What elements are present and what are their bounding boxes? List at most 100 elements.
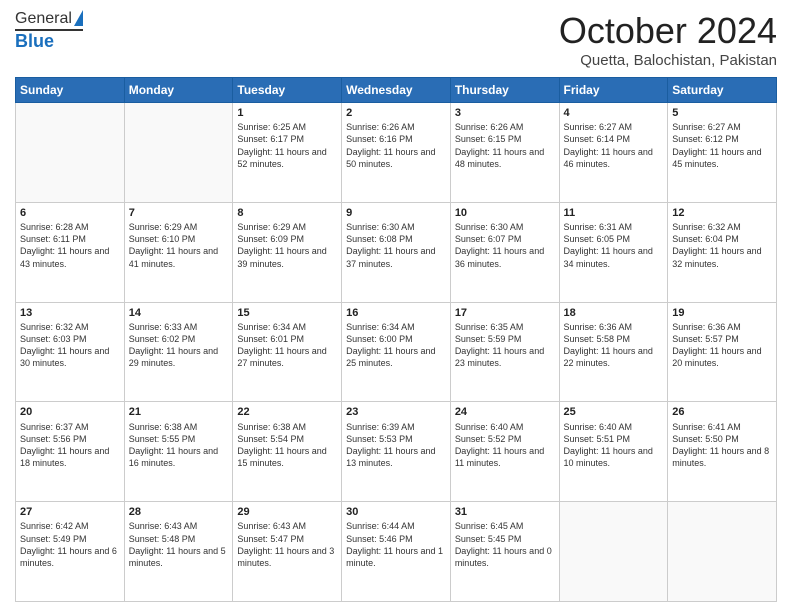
- daylight-text: Daylight: 11 hours and 45 minutes.: [672, 146, 772, 170]
- sunrise-text: Sunrise: 6:29 AM: [129, 221, 229, 233]
- sunset-text: Sunset: 6:04 PM: [672, 233, 772, 245]
- sunrise-text: Sunrise: 6:38 AM: [129, 421, 229, 433]
- cell-info: Sunrise: 6:26 AM Sunset: 6:15 PM Dayligh…: [455, 121, 555, 170]
- cell-info: Sunrise: 6:30 AM Sunset: 6:07 PM Dayligh…: [455, 221, 555, 270]
- daylight-text: Daylight: 11 hours and 15 minutes.: [237, 445, 337, 469]
- sunrise-text: Sunrise: 6:40 AM: [564, 421, 664, 433]
- sunset-text: Sunset: 6:07 PM: [455, 233, 555, 245]
- sunset-text: Sunset: 5:46 PM: [346, 533, 446, 545]
- col-tuesday: Tuesday: [233, 78, 342, 103]
- table-row: 21 Sunrise: 6:38 AM Sunset: 5:55 PM Dayl…: [124, 402, 233, 502]
- cell-info: Sunrise: 6:37 AM Sunset: 5:56 PM Dayligh…: [20, 421, 120, 470]
- table-row: 19 Sunrise: 6:36 AM Sunset: 5:57 PM Dayl…: [668, 302, 777, 402]
- page: General Blue October 2024 Quetta, Baloch…: [0, 0, 792, 612]
- sunset-text: Sunset: 6:11 PM: [20, 233, 120, 245]
- sunset-text: Sunset: 6:03 PM: [20, 333, 120, 345]
- daylight-text: Daylight: 11 hours and 23 minutes.: [455, 345, 555, 369]
- daylight-text: Daylight: 11 hours and 8 minutes.: [672, 445, 772, 469]
- cell-info: Sunrise: 6:28 AM Sunset: 6:11 PM Dayligh…: [20, 221, 120, 270]
- daylight-text: Daylight: 11 hours and 1 minute.: [346, 545, 446, 569]
- table-row: [124, 103, 233, 203]
- table-row: 17 Sunrise: 6:35 AM Sunset: 5:59 PM Dayl…: [450, 302, 559, 402]
- table-row: 27 Sunrise: 6:42 AM Sunset: 5:49 PM Dayl…: [16, 502, 125, 602]
- table-row: 18 Sunrise: 6:36 AM Sunset: 5:58 PM Dayl…: [559, 302, 668, 402]
- cell-info: Sunrise: 6:27 AM Sunset: 6:14 PM Dayligh…: [564, 121, 664, 170]
- daylight-text: Daylight: 11 hours and 48 minutes.: [455, 146, 555, 170]
- day-number: 10: [455, 206, 555, 220]
- daylight-text: Daylight: 11 hours and 6 minutes.: [20, 545, 120, 569]
- sunset-text: Sunset: 5:59 PM: [455, 333, 555, 345]
- table-row: 16 Sunrise: 6:34 AM Sunset: 6:00 PM Dayl…: [342, 302, 451, 402]
- sunrise-text: Sunrise: 6:44 AM: [346, 520, 446, 532]
- day-number: 19: [672, 306, 772, 320]
- day-number: 20: [20, 405, 120, 419]
- sunset-text: Sunset: 6:02 PM: [129, 333, 229, 345]
- table-row: 15 Sunrise: 6:34 AM Sunset: 6:01 PM Dayl…: [233, 302, 342, 402]
- sunrise-text: Sunrise: 6:32 AM: [20, 321, 120, 333]
- cell-info: Sunrise: 6:27 AM Sunset: 6:12 PM Dayligh…: [672, 121, 772, 170]
- day-number: 15: [237, 306, 337, 320]
- daylight-text: Daylight: 11 hours and 22 minutes.: [564, 345, 664, 369]
- sunset-text: Sunset: 5:55 PM: [129, 433, 229, 445]
- cell-info: Sunrise: 6:41 AM Sunset: 5:50 PM Dayligh…: [672, 421, 772, 470]
- day-number: 3: [455, 106, 555, 120]
- sunrise-text: Sunrise: 6:38 AM: [237, 421, 337, 433]
- table-row: 9 Sunrise: 6:30 AM Sunset: 6:08 PM Dayli…: [342, 202, 451, 302]
- sunset-text: Sunset: 5:58 PM: [564, 333, 664, 345]
- sunrise-text: Sunrise: 6:26 AM: [346, 121, 446, 133]
- table-row: 30 Sunrise: 6:44 AM Sunset: 5:46 PM Dayl…: [342, 502, 451, 602]
- daylight-text: Daylight: 11 hours and 32 minutes.: [672, 245, 772, 269]
- sunset-text: Sunset: 5:53 PM: [346, 433, 446, 445]
- table-row: 28 Sunrise: 6:43 AM Sunset: 5:48 PM Dayl…: [124, 502, 233, 602]
- daylight-text: Daylight: 11 hours and 13 minutes.: [346, 445, 446, 469]
- cell-info: Sunrise: 6:31 AM Sunset: 6:05 PM Dayligh…: [564, 221, 664, 270]
- sunset-text: Sunset: 5:57 PM: [672, 333, 772, 345]
- day-number: 11: [564, 206, 664, 220]
- sunrise-text: Sunrise: 6:43 AM: [129, 520, 229, 532]
- cell-info: Sunrise: 6:29 AM Sunset: 6:10 PM Dayligh…: [129, 221, 229, 270]
- sunset-text: Sunset: 5:54 PM: [237, 433, 337, 445]
- logo-triangle-icon: [74, 10, 83, 26]
- sunset-text: Sunset: 5:45 PM: [455, 533, 555, 545]
- sunrise-text: Sunrise: 6:32 AM: [672, 221, 772, 233]
- sunset-text: Sunset: 6:17 PM: [237, 133, 337, 145]
- table-row: 11 Sunrise: 6:31 AM Sunset: 6:05 PM Dayl…: [559, 202, 668, 302]
- sunset-text: Sunset: 6:01 PM: [237, 333, 337, 345]
- table-row: 10 Sunrise: 6:30 AM Sunset: 6:07 PM Dayl…: [450, 202, 559, 302]
- daylight-text: Daylight: 11 hours and 18 minutes.: [20, 445, 120, 469]
- sunrise-text: Sunrise: 6:40 AM: [455, 421, 555, 433]
- daylight-text: Daylight: 11 hours and 3 minutes.: [237, 545, 337, 569]
- sunrise-text: Sunrise: 6:41 AM: [672, 421, 772, 433]
- table-row: 14 Sunrise: 6:33 AM Sunset: 6:02 PM Dayl…: [124, 302, 233, 402]
- table-row: [16, 103, 125, 203]
- daylight-text: Daylight: 11 hours and 10 minutes.: [564, 445, 664, 469]
- sunrise-text: Sunrise: 6:37 AM: [20, 421, 120, 433]
- day-number: 7: [129, 206, 229, 220]
- cell-info: Sunrise: 6:43 AM Sunset: 5:47 PM Dayligh…: [237, 520, 337, 569]
- sunrise-text: Sunrise: 6:39 AM: [346, 421, 446, 433]
- day-number: 22: [237, 405, 337, 419]
- col-saturday: Saturday: [668, 78, 777, 103]
- header: General Blue October 2024 Quetta, Baloch…: [15, 10, 777, 69]
- calendar-header-row: Sunday Monday Tuesday Wednesday Thursday…: [16, 78, 777, 103]
- sunrise-text: Sunrise: 6:42 AM: [20, 520, 120, 532]
- cell-info: Sunrise: 6:32 AM Sunset: 6:03 PM Dayligh…: [20, 321, 120, 370]
- cell-info: Sunrise: 6:26 AM Sunset: 6:16 PM Dayligh…: [346, 121, 446, 170]
- cell-info: Sunrise: 6:32 AM Sunset: 6:04 PM Dayligh…: [672, 221, 772, 270]
- table-row: 4 Sunrise: 6:27 AM Sunset: 6:14 PM Dayli…: [559, 103, 668, 203]
- day-number: 1: [237, 106, 337, 120]
- table-row: 31 Sunrise: 6:45 AM Sunset: 5:45 PM Dayl…: [450, 502, 559, 602]
- table-row: 5 Sunrise: 6:27 AM Sunset: 6:12 PM Dayli…: [668, 103, 777, 203]
- daylight-text: Daylight: 11 hours and 16 minutes.: [129, 445, 229, 469]
- table-row: 1 Sunrise: 6:25 AM Sunset: 6:17 PM Dayli…: [233, 103, 342, 203]
- sunset-text: Sunset: 5:50 PM: [672, 433, 772, 445]
- cell-info: Sunrise: 6:29 AM Sunset: 6:09 PM Dayligh…: [237, 221, 337, 270]
- day-number: 16: [346, 306, 446, 320]
- daylight-text: Daylight: 11 hours and 37 minutes.: [346, 245, 446, 269]
- day-number: 21: [129, 405, 229, 419]
- calendar-week-row: 13 Sunrise: 6:32 AM Sunset: 6:03 PM Dayl…: [16, 302, 777, 402]
- sunrise-text: Sunrise: 6:36 AM: [564, 321, 664, 333]
- table-row: 20 Sunrise: 6:37 AM Sunset: 5:56 PM Dayl…: [16, 402, 125, 502]
- calendar-table: Sunday Monday Tuesday Wednesday Thursday…: [15, 77, 777, 602]
- table-row: 23 Sunrise: 6:39 AM Sunset: 5:53 PM Dayl…: [342, 402, 451, 502]
